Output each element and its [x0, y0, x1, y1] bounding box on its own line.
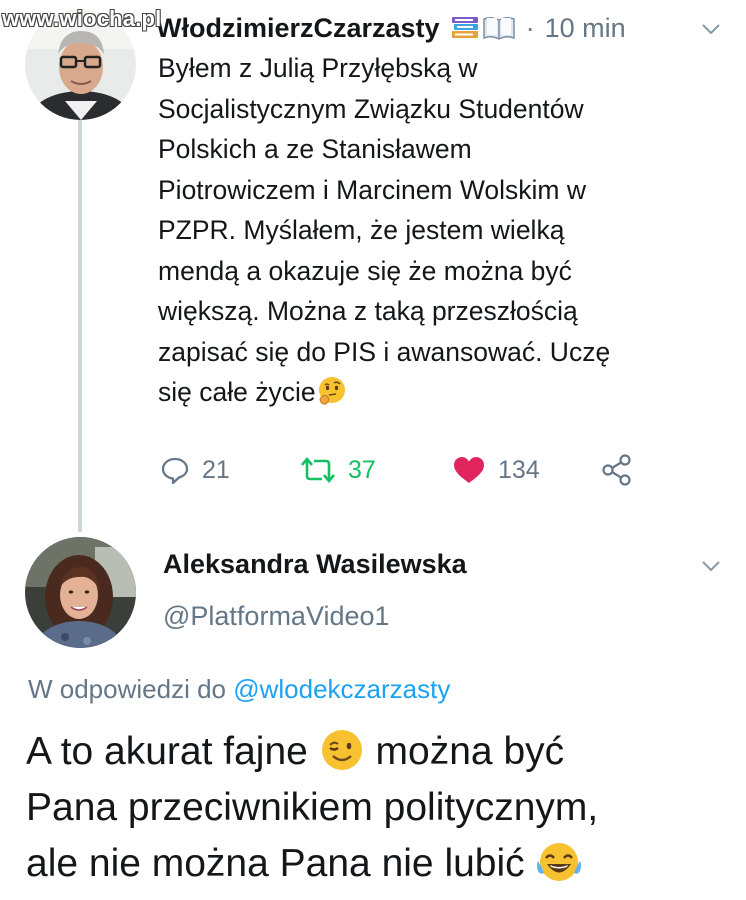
- replying-to: W odpowiedzi do @wlodekczarzasty: [28, 674, 450, 705]
- retweet-count: 37: [348, 455, 376, 484]
- watermark: www.wiocha.pl: [2, 6, 162, 31]
- mention-link[interactable]: @wlodekczarzasty: [233, 674, 450, 704]
- thinking-face-emoji-icon: [318, 377, 345, 405]
- reply-button[interactable]: 21: [160, 448, 230, 492]
- tweet-text-line: mendą a okazuje się że można być: [158, 255, 572, 286]
- retweet-button[interactable]: 37: [300, 448, 376, 492]
- tweet-text-line: PZPR. Myślałem, że jestem wielką: [158, 215, 565, 245]
- tweet-text: Byłem z Julią Przyłębską w Socjalistyczn…: [158, 48, 718, 413]
- reply-count: 21: [202, 455, 230, 484]
- tweet-text-line: większą. Można z taką przeszłością: [158, 296, 578, 326]
- reply-icon: [161, 457, 189, 485]
- tweet-header: WłodzimierzCzarzasty · 10 min: [156, 10, 736, 46]
- retweet-icon: [301, 456, 335, 484]
- tweet-timestamp[interactable]: 10 min: [545, 13, 626, 44]
- heart-icon: [454, 457, 484, 483]
- tears-of-joy-emoji-icon: [536, 843, 581, 881]
- separator-dot: ·: [525, 12, 535, 43]
- tweet-actions: 21 37 134: [160, 448, 660, 492]
- open-book-emoji-icon: [482, 16, 515, 40]
- chevron-down-icon[interactable]: [698, 16, 724, 42]
- tweet-text: A to akurat fajne można być Pana przeciw…: [26, 724, 726, 892]
- replying-prefix: W odpowiedzi do: [28, 674, 226, 704]
- books-emoji-icon: [451, 17, 478, 38]
- tweet-text-line: Pana przeciwnikiem politycznym,: [26, 786, 599, 829]
- chevron-down-icon[interactable]: [698, 553, 724, 579]
- thread-line: [78, 120, 82, 532]
- avatar[interactable]: [25, 537, 136, 648]
- share-icon: [602, 454, 631, 486]
- like-count: 134: [498, 455, 540, 484]
- display-name[interactable]: Aleksandra Wasilewska: [163, 549, 467, 580]
- tweet-text-line: ale nie można Pana nie lubić: [26, 836, 726, 892]
- user-handle[interactable]: @PlatformaVideo1: [163, 601, 390, 632]
- tweet-text-segment: A to akurat fajne: [26, 730, 308, 773]
- tweet-text-segment: można być: [375, 730, 565, 773]
- tweet-text-line: Piotrowiczem i Marcinem Wolskim w: [158, 174, 586, 205]
- tweet-text-line: zapisać się do PIS i awansować. Uczę: [158, 336, 611, 367]
- tweet-text-line: się całe życie: [158, 377, 316, 407]
- tweet-text-line: Byłem z Julią Przyłębską w: [158, 53, 478, 83]
- display-name[interactable]: WłodzimierzCzarzasty: [156, 13, 440, 44]
- share-button[interactable]: [600, 448, 634, 492]
- name-emojis: [450, 14, 516, 42]
- winking-face-emoji-icon: [321, 730, 362, 770]
- tweet-text-segment: ale nie można Pana nie lubić: [26, 842, 525, 885]
- tweet-text-line: Socjalistycznym Związku Studentów: [158, 93, 584, 124]
- tweet-text-line: A to akurat fajne można być: [26, 724, 726, 780]
- tweet-text-line-last: się całe życie: [158, 372, 718, 413]
- like-button[interactable]: 134: [452, 448, 540, 492]
- tweet-text-line: Polskich a ze Stanisławem: [158, 134, 472, 164]
